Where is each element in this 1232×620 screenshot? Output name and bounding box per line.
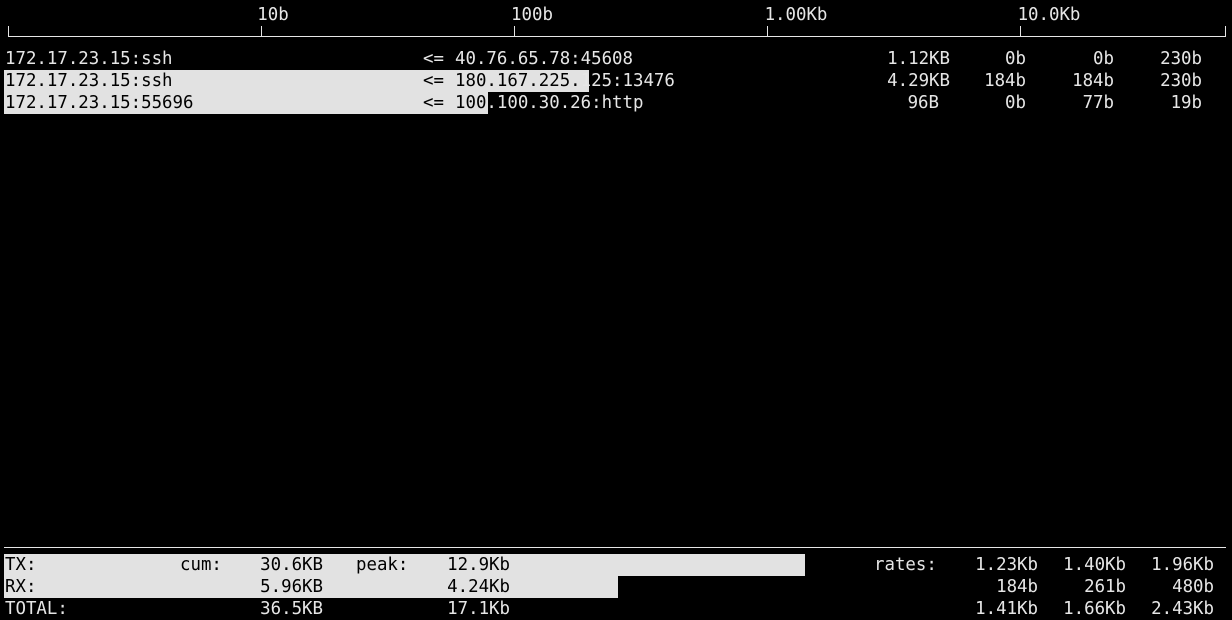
rate-2s: 0b <box>1005 93 1026 113</box>
rx-peak: 4.24Kb <box>447 577 510 597</box>
tx-row: TX: cum: 30.6KB peak: 12.9Kb rates: 1.23… <box>0 554 1232 576</box>
scale-label-10kb: 10.0Kb <box>1017 5 1081 25</box>
rx-row: RX: 5.96KB 4.24Kb 184b 261b 480b <box>0 576 1232 598</box>
rate-40s: 230b <box>1160 49 1202 69</box>
remote-endpoint: 40.76.65.78:45608 <box>455 49 633 69</box>
scale-tick-10kb <box>1020 26 1021 36</box>
remote-endpoint-rest: 125:13476 <box>580 71 675 91</box>
local-endpoint: 172.17.23.15:ssh <box>5 49 173 69</box>
tx-rate-40s: 1.96Kb <box>1151 555 1214 575</box>
local-endpoint: 172.17.23.15:ssh <box>5 71 173 91</box>
scale-label-10b: 10b <box>257 5 289 25</box>
direction-indicator: <= <box>423 71 444 91</box>
rx-rate-40s: 480b <box>1172 577 1214 597</box>
rates-label: rates: <box>874 555 937 575</box>
remote-endpoint-highlighted: 100 <box>455 93 487 113</box>
remote-endpoint: 100.100.30.26:http <box>455 92 643 114</box>
remote-endpoint-rest: .100.30.26:http <box>486 93 644 113</box>
peak-label: peak: <box>356 555 409 575</box>
rate-40s: 230b <box>1160 71 1202 91</box>
rx-cumulative: 5.96KB <box>260 577 323 597</box>
total-rate-2s: 1.41Kb <box>975 599 1038 619</box>
direction-indicator: <= <box>423 49 444 69</box>
scale-label-1kb: 1.00Kb <box>764 5 828 25</box>
total-bytes: 1.12KB <box>887 49 950 69</box>
bandwidth-scale: 10b 100b 1.00Kb 10.0Kb <box>0 0 1232 40</box>
scale-axis-line <box>8 36 1226 37</box>
cum-label: cum: <box>180 555 222 575</box>
total-peak: 17.1Kb <box>447 599 510 619</box>
tx-cumulative: 30.6KB <box>260 555 323 575</box>
local-endpoint: 172.17.23.15:55696 <box>5 93 194 113</box>
rate-10s: 77b <box>1082 93 1114 113</box>
tx-peak: 12.9Kb <box>447 555 510 575</box>
total-cumulative: 36.5KB <box>260 599 323 619</box>
total-row: TOTAL: 36.5KB 17.1Kb 1.41Kb 1.66Kb 2.43K… <box>0 598 1232 620</box>
connection-row[interactable]: 172.17.23.15:ssh <= 40.76.65.78:45608 1.… <box>0 48 1232 70</box>
remote-endpoint: 180.167.225.125:13476 <box>455 70 675 92</box>
rx-rate-2s: 184b <box>996 577 1038 597</box>
rate-2s: 184b <box>984 71 1026 91</box>
totals-separator <box>4 547 1226 548</box>
scale-label-100b: 100b <box>511 5 553 25</box>
scale-tick-end <box>1225 26 1226 36</box>
total-rate-40s: 2.43Kb <box>1151 599 1214 619</box>
total-rate-10s: 1.66Kb <box>1063 599 1126 619</box>
tx-label: TX: <box>5 555 37 575</box>
rate-10s: 184b <box>1072 71 1114 91</box>
direction-indicator: <= <box>423 93 444 113</box>
connection-row[interactable]: 172.17.23.15:55696 <= 100.100.30.26:http… <box>0 92 1232 114</box>
scale-tick-start <box>8 26 9 36</box>
scale-tick-1kb <box>767 26 768 36</box>
total-bytes: 4.29KB <box>887 71 950 91</box>
total-label: TOTAL: <box>5 599 68 619</box>
scale-tick-10b <box>261 26 262 36</box>
rate-40s: 19b <box>1170 93 1202 113</box>
rx-label: RX: <box>5 577 37 597</box>
tx-rate-2s: 1.23Kb <box>975 555 1038 575</box>
scale-tick-100b <box>514 26 515 36</box>
remote-endpoint-highlighted: 180.167.225. <box>455 71 581 91</box>
total-bytes: 96B <box>907 93 939 113</box>
rate-2s: 0b <box>1005 49 1026 69</box>
tx-rate-10s: 1.40Kb <box>1063 555 1126 575</box>
rx-rate-10s: 261b <box>1084 577 1126 597</box>
connection-row[interactable]: 172.17.23.15:ssh <= 180.167.225.125:1347… <box>0 70 1232 92</box>
rate-10s: 0b <box>1093 49 1114 69</box>
